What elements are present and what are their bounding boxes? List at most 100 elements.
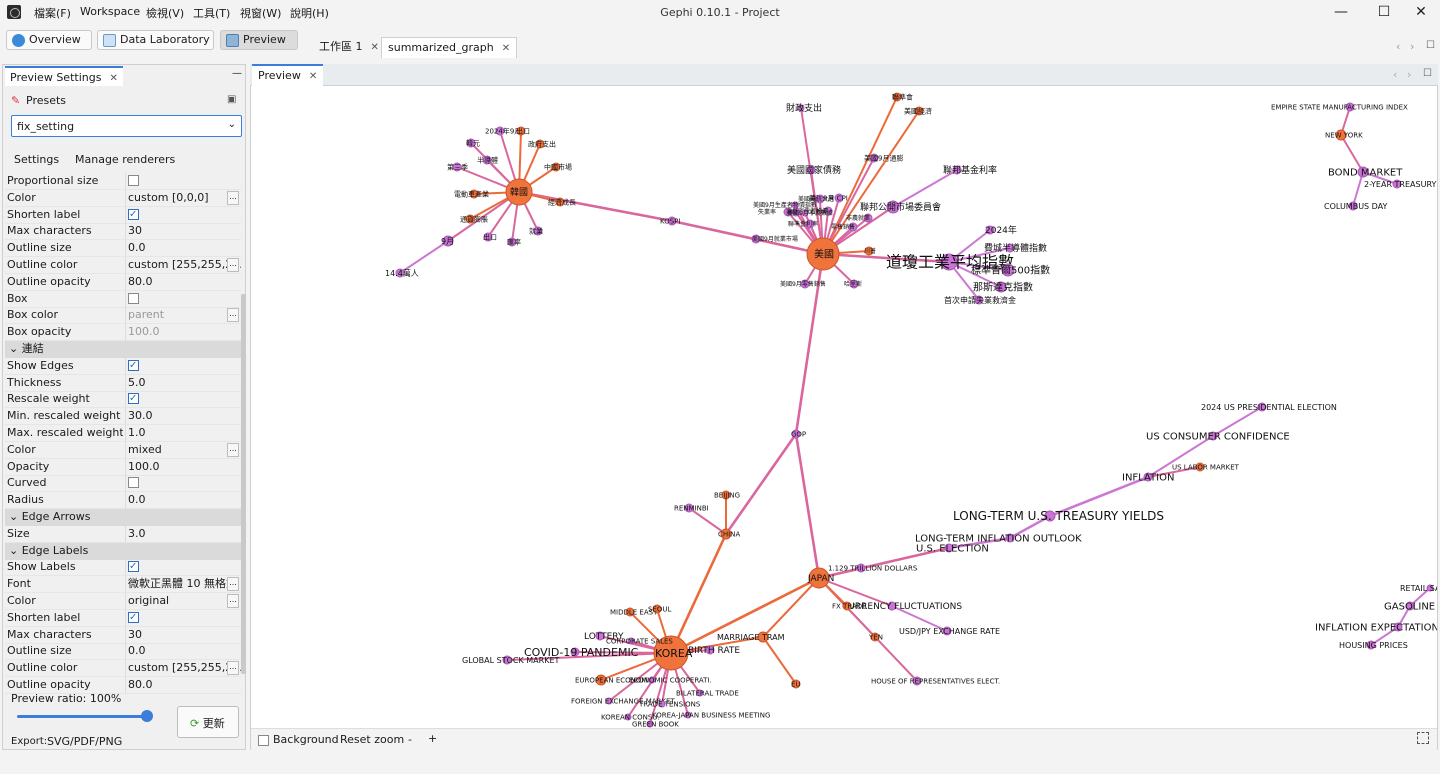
tab-manage-renderers[interactable]: Manage renderers — [75, 153, 175, 166]
setting-value[interactable]: 5.0 — [125, 374, 241, 391]
ellipsis-button[interactable]: ... — [227, 308, 239, 323]
settings-section-header[interactable]: ⌄ 連結 — [5, 341, 241, 358]
setting-checkbox[interactable] — [128, 610, 139, 626]
settings-row: Box color parent... — [5, 307, 241, 325]
ellipsis-button[interactable]: ... — [227, 442, 239, 457]
graph-node-label: BILATERAL TRADE — [676, 689, 739, 697]
setting-checkbox[interactable] — [128, 477, 139, 489]
close-icon[interactable]: ✕ — [1398, 0, 1440, 26]
graph-edge — [724, 433, 798, 535]
preview-settings-tab[interactable]: Preview Settings ✕ — [5, 66, 123, 86]
settings-section-header[interactable]: ⌄ Edge Arrows — [5, 509, 241, 526]
ellipsis-button[interactable]: ... — [227, 190, 239, 205]
close-tab-icon[interactable]: ✕ — [109, 73, 117, 84]
setting-label: Shorten label — [7, 610, 81, 624]
setting-label: Proportional size — [7, 174, 99, 187]
zoom-out-button[interactable]: - — [408, 733, 412, 746]
graph-node-label: RENMINBI — [674, 504, 709, 512]
setting-value[interactable]: 0.0 — [125, 643, 241, 660]
ellipsis-button[interactable]: ... — [227, 661, 239, 676]
setting-value[interactable]: custom [255,255,25... — [125, 257, 241, 273]
menu-help[interactable]: 說明(H) — [290, 5, 329, 21]
minimize-panel-icon[interactable]: — — [232, 68, 242, 79]
setting-value[interactable]: 80.0 — [125, 273, 241, 290]
zoom-in-button[interactable]: + — [428, 732, 437, 745]
graph-node-label: 經濟成長 — [548, 197, 576, 206]
setting-value[interactable]: parent — [125, 307, 241, 324]
setting-value[interactable]: 3.0 — [125, 525, 241, 542]
setting-value[interactable]: 30 — [125, 223, 241, 240]
setting-value[interactable]: custom [0,0,0] — [125, 189, 241, 206]
setting-value[interactable]: 100.0 — [125, 324, 241, 341]
overview-button[interactable]: Overview — [6, 30, 92, 50]
minimize-icon[interactable]: — — [1318, 0, 1364, 26]
setting-value[interactable]: 0.0 — [125, 492, 241, 509]
tab-scroll-right-icon[interactable]: › — [1410, 40, 1414, 53]
close-tab-icon[interactable]: ✕ — [502, 43, 510, 54]
setting-checkbox[interactable] — [128, 358, 139, 374]
setting-label: Rescale weight — [7, 392, 90, 406]
background-checkbox[interactable] — [258, 735, 269, 746]
doc-tab-summarized-graph[interactable]: summarized_graph ✕ — [381, 37, 518, 58]
settings-scrollbar[interactable] — [241, 294, 246, 674]
slider-thumb[interactable] — [141, 710, 153, 722]
setting-value[interactable]: 80.0 — [125, 677, 241, 693]
preview-ratio-slider[interactable] — [17, 715, 151, 718]
save-preset-icon[interactable]: ▣ — [227, 94, 236, 105]
setting-checkbox[interactable] — [128, 292, 139, 304]
network-graph-canvas[interactable]: 美國韓國KOREAJAPANCHINAGOP道瓊工業平均指數2024年費城半導體… — [251, 87, 1437, 728]
setting-value[interactable]: 30.0 — [125, 408, 241, 425]
settings-row: Max characters 30 — [5, 626, 241, 644]
settings-section-header[interactable]: ⌄ Edge Labels — [5, 542, 241, 560]
menu-window[interactable]: 視窗(W) — [240, 5, 281, 21]
menu-workspace[interactable]: Workspace — [80, 5, 140, 18]
menu-file[interactable]: 檔案(F) — [34, 5, 71, 21]
preview-button[interactable]: Preview — [220, 30, 298, 50]
preset-select[interactable]: fix_setting ⌄ — [11, 115, 242, 137]
setting-checkbox[interactable] — [128, 559, 139, 575]
doc-tab-workspace1[interactable]: 工作區 1 ✕ — [313, 37, 385, 58]
data-laboratory-button[interactable]: Data Laboratory — [97, 30, 214, 50]
setting-checkbox[interactable] — [128, 207, 139, 223]
close-tab-icon[interactable]: ✕ — [309, 71, 317, 82]
gephi-logo-icon — [7, 5, 21, 19]
reset-zoom-button[interactable]: Reset zoom — [340, 733, 404, 746]
setting-value[interactable]: 1.0 — [125, 425, 241, 441]
refresh-button[interactable]: ⟳ 更新 — [177, 706, 239, 738]
setting-value[interactable]: 100.0 — [125, 458, 241, 475]
graph-node-label: TRADE TENSIONS — [638, 700, 701, 708]
graph-node-label: INFLATION EXPECTATION — [1315, 623, 1437, 634]
scroll-right-icon[interactable]: › — [1407, 68, 1411, 81]
menu-view[interactable]: 檢視(V) — [146, 5, 184, 21]
maximize-window-icon[interactable]: ☐ — [1426, 40, 1435, 51]
graph-node-label: YEN — [868, 633, 883, 641]
close-tab-icon[interactable]: ✕ — [371, 42, 379, 53]
setting-value[interactable]: original — [125, 593, 241, 609]
graph-node-label: SEOUL — [648, 605, 671, 613]
ellipsis-button[interactable]: ... — [227, 258, 239, 272]
setting-checkbox[interactable] — [128, 391, 139, 407]
tab-settings[interactable]: Settings — [14, 153, 59, 166]
ellipsis-button[interactable]: ... — [227, 594, 239, 608]
graph-node-label: 韓國 — [510, 187, 528, 198]
setting-value[interactable]: 30 — [125, 626, 241, 643]
graph-node-label: 聯邦基金利率 — [943, 164, 997, 176]
preview-ratio-label: Preview ratio: 100% — [11, 692, 122, 705]
setting-checkbox[interactable] — [128, 175, 139, 186]
ellipsis-button[interactable]: ... — [227, 577, 239, 592]
menu-tools[interactable]: 工具(T) — [193, 5, 230, 21]
setting-value[interactable]: 微軟正黑體 10 無格式 — [125, 576, 241, 593]
setting-value[interactable]: 0.0 — [125, 240, 241, 257]
fullscreen-icon[interactable] — [1417, 732, 1429, 744]
monitor-icon — [226, 34, 239, 47]
export-formats-link[interactable]: SVG/PDF/PNG — [47, 735, 122, 748]
maximize-icon[interactable]: ☐ — [1423, 68, 1432, 79]
setting-value[interactable]: custom [255,255,25... — [125, 660, 241, 677]
tab-scroll-left-icon[interactable]: ‹ — [1396, 40, 1400, 53]
preview-tab[interactable]: Preview ✕ — [252, 64, 324, 86]
setting-value[interactable]: mixed — [125, 441, 241, 458]
settings-row: Rescale weight — [5, 391, 241, 409]
settings-row: Color original... — [5, 593, 241, 610]
scroll-left-icon[interactable]: ‹ — [1393, 68, 1397, 81]
graph-node-label: 零售銷售 — [831, 223, 855, 231]
